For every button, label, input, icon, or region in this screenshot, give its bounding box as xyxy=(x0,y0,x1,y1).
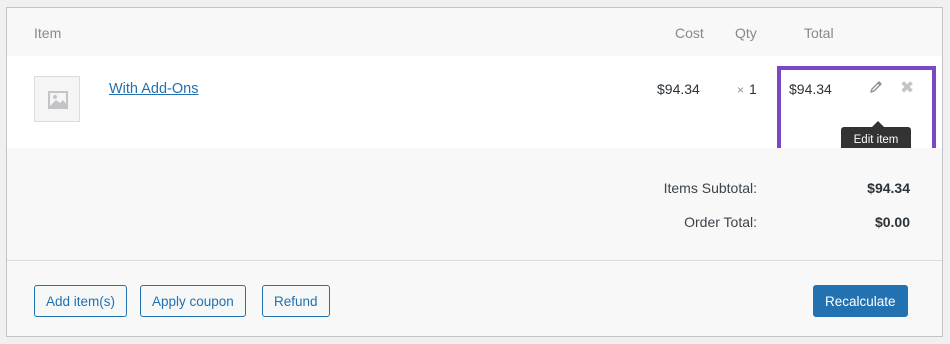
qty-multiplier: × xyxy=(737,83,745,97)
column-header-qty: Qty xyxy=(735,25,757,41)
close-icon[interactable]: ✖ xyxy=(900,79,914,96)
qty-value: 1 xyxy=(749,81,757,97)
table-row: With Add-Ons $94.34 × 1 $94.34 ✖ Edit ite… xyxy=(7,56,942,154)
recalculate-button[interactable]: Recalculate xyxy=(813,285,908,317)
items-subtotal-value: $94.34 xyxy=(867,180,910,196)
product-thumbnail xyxy=(34,76,80,122)
item-qty: × 1 xyxy=(737,81,757,97)
order-total-value: $0.00 xyxy=(874,214,910,230)
refund-button[interactable]: Refund xyxy=(262,285,330,317)
apply-coupon-button[interactable]: Apply coupon xyxy=(140,285,246,317)
item-total: $94.34 xyxy=(789,81,832,97)
item-cost: $94.34 xyxy=(657,81,700,97)
pencil-icon[interactable] xyxy=(869,80,883,97)
table-header: Item Cost Qty Total xyxy=(7,8,942,56)
items-subtotal-label: Items Subtotal: xyxy=(663,180,757,196)
column-header-cost: Cost xyxy=(675,25,704,41)
order-totals: Items Subtotal: $94.34 Order Total: $0.0… xyxy=(7,148,942,261)
product-name-link[interactable]: With Add-Ons xyxy=(109,81,198,97)
add-items-button[interactable]: Add item(s) xyxy=(34,285,128,317)
order-items-panel: Item Cost Qty Total With Add-Ons $94.34 … xyxy=(6,7,943,337)
column-header-item: Item xyxy=(34,25,62,41)
order-total-label: Order Total: xyxy=(684,214,757,230)
order-actions: Add item(s) Apply coupon Refund Recalcul… xyxy=(7,261,942,336)
image-placeholder-icon xyxy=(48,91,68,109)
column-header-total: Total xyxy=(804,25,834,41)
